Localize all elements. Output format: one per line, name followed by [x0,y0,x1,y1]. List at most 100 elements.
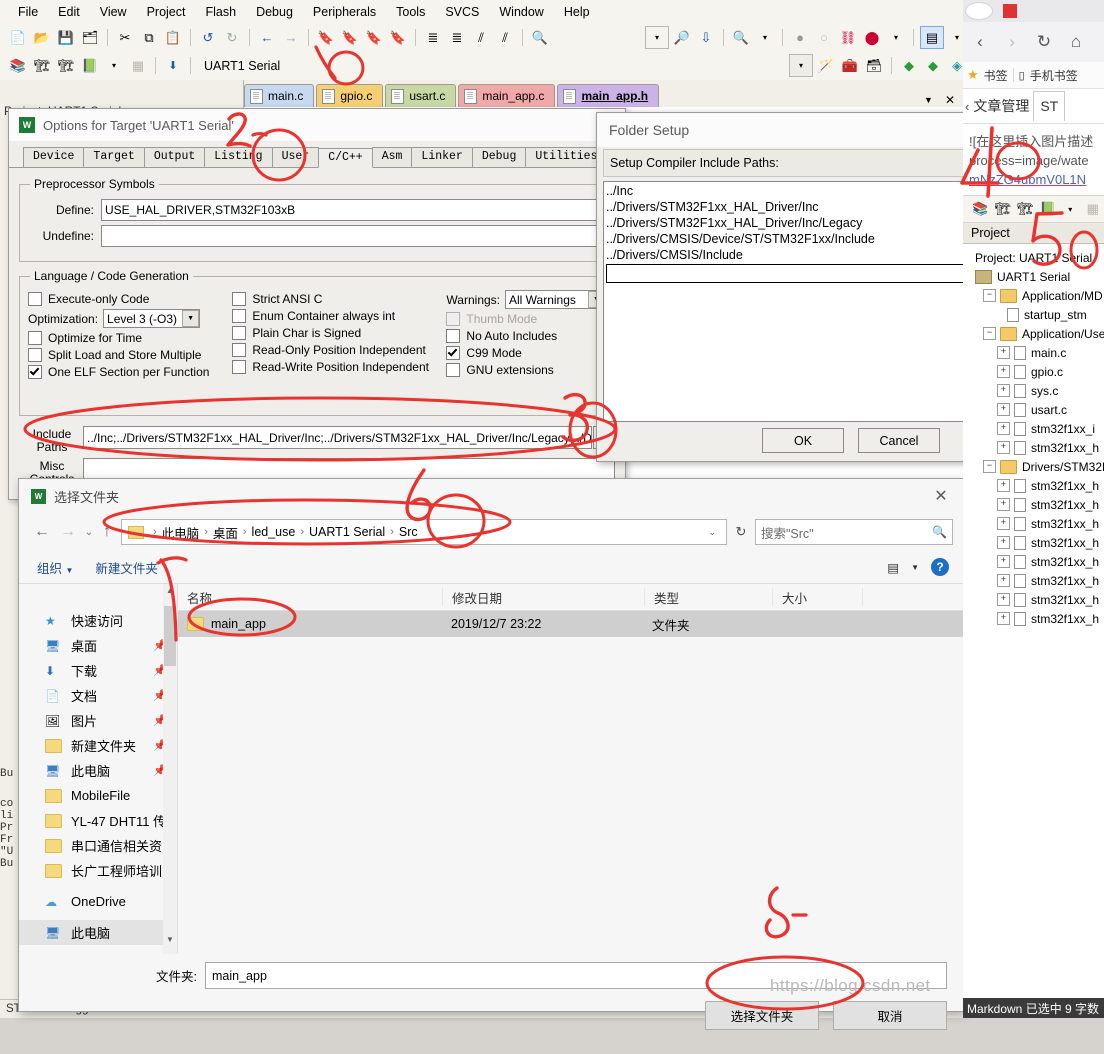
stop-build-icon[interactable]: ▦ [1083,199,1104,220]
tree-group-application-mdk[interactable]: −Application/MD [969,286,1104,305]
help-icon[interactable]: ? [931,558,949,576]
target-dropdown-icon[interactable]: ▾ [789,54,813,77]
editor-tab-main-app-h[interactable]: main_app.h [557,84,659,107]
column-header-type[interactable]: 类型 [645,588,773,606]
recent-locations-icon[interactable]: ⌄ [81,527,97,538]
tree-file[interactable]: +stm32f1xx_h [969,533,1104,552]
table-row[interactable]: main_app 2019/12/7 23:22 文件夹 [178,611,963,637]
page-back-label[interactable]: 文章管理 [973,96,1029,116]
nav-item-quick-access[interactable]: ★快速访问 [19,608,177,633]
cancel-button[interactable]: Cancel [858,428,940,453]
tree-group-drivers[interactable]: −Drivers/STM32F [969,457,1104,476]
translate-icon[interactable]: 📚 [7,55,29,76]
nav-item-engineer-training[interactable]: 长广工程师培训 [19,858,177,883]
nav-item-onedrive[interactable]: ☁OneDrive [19,889,177,914]
checkbox-plain-char-signed[interactable]: Plain Char is Signed [232,326,446,340]
tab-target[interactable]: Target [83,147,144,167]
expand-icon[interactable]: + [997,574,1010,587]
tree-file[interactable]: +sys.c [969,381,1104,400]
checkbox-one-elf-section[interactable]: One ELF Section per Function [28,365,232,379]
tab-list-dropdown-icon[interactable]: ▼ [924,95,933,105]
kill-breakpoints-icon[interactable]: ⬤ [861,27,883,48]
batch-build-icon[interactable]: 📗 [1038,199,1059,220]
bookmark-next-icon[interactable]: 🔖 [363,27,385,48]
breadcrumb[interactable]: › 此电脑 › 桌面 › led_use › UART1 Serial › Sr… [121,519,727,545]
magnify-dropdown-icon[interactable]: ▾ [754,27,776,48]
menu-item-view[interactable]: View [90,2,137,22]
expand-icon[interactable]: + [997,517,1010,530]
forward-icon[interactable]: → [55,523,81,541]
tab-debug[interactable]: Debug [472,147,527,167]
forward-icon[interactable]: › [997,32,1027,52]
breadcrumb-item-0[interactable]: 此电脑 [162,523,200,542]
checkbox-strict-ansi-c[interactable]: Strict ANSI C [232,292,446,306]
breakpoint-disabled-icon[interactable]: ○ [813,27,835,48]
editor-tab-main-app-c[interactable]: main_app.c [458,84,555,107]
scroll-up-icon[interactable]: ▲ [163,586,177,603]
checkbox-enum-container-int[interactable]: Enum Container always int [232,309,446,323]
browser-tab-blank[interactable] [965,2,993,20]
menu-item-window[interactable]: Window [489,2,553,22]
collapse-icon[interactable]: − [983,460,996,473]
tree-file[interactable]: +stm32f1xx_i [969,419,1104,438]
cancel-button[interactable]: 取消 [833,1001,947,1030]
organize-button[interactable]: 组织 ▼ [37,558,73,577]
scrollbar-thumb[interactable] [164,606,176,666]
home-icon[interactable]: ⌂ [1061,32,1091,52]
outdent-icon[interactable]: ≣ [446,27,468,48]
mobile-bookmarks-label[interactable]: 手机书签 [1030,67,1078,84]
menu-item-edit[interactable]: Edit [48,2,90,22]
column-header-size[interactable]: 大小 [773,588,863,606]
open-file-icon[interactable]: 📂 [31,27,53,48]
column-header-date[interactable]: 修改日期 [443,588,645,606]
editor-tab-gpio-c[interactable]: gpio.c [316,84,383,107]
expand-icon[interactable]: + [997,441,1010,454]
checkbox-read-write-position-independent[interactable]: Read-Write Position Independent [232,360,446,374]
reload-icon[interactable]: ↻ [1029,32,1059,52]
view-mode-icon[interactable]: ▤ [887,560,899,575]
nav-item-documents[interactable]: 📄文档📌 [19,683,177,708]
tab-user[interactable]: User [272,147,320,167]
nav-item-new-folder[interactable]: 新建文件夹📌 [19,733,177,758]
expand-icon[interactable]: + [997,365,1010,378]
menu-item-debug[interactable]: Debug [246,2,303,22]
tree-file[interactable]: +gpio.c [969,362,1104,381]
view-mode-dropdown-icon[interactable]: ▼ [911,563,919,572]
tab-asm[interactable]: Asm [372,147,413,167]
rebuild-icon[interactable]: 🏗 [1015,199,1036,220]
bookmark-toggle-icon[interactable]: 🔖 [315,27,337,48]
breadcrumb-item-2[interactable]: led_use [252,525,296,539]
navigate-back-icon[interactable]: ← [256,27,278,48]
nav-pane-scrollbar[interactable]: ▲ ▼ [163,584,177,954]
batch-build-dropdown-icon[interactable]: ▾ [1060,199,1081,220]
back-icon[interactable]: ‹ [965,32,995,52]
markdown-editor-text[interactable]: ![在这里插入图片描述 process=image/wate mNzZG4ubm… [963,124,1104,189]
bookmark-prev-icon[interactable]: 🔖 [339,27,361,48]
menu-item-peripherals[interactable]: Peripherals [303,2,386,22]
expand-icon[interactable]: + [997,479,1010,492]
menu-item-help[interactable]: Help [554,2,600,22]
tree-file[interactable]: +usart.c [969,400,1104,419]
browse-symbol-icon[interactable]: ⇩ [695,27,717,48]
build-icon[interactable]: 🏗 [31,55,53,76]
tree-file[interactable]: +stm32f1xx_h [969,495,1104,514]
close-icon[interactable]: ✕ [919,486,963,506]
tree-file[interactable]: +stm32f1xx_h [969,590,1104,609]
expand-icon[interactable]: + [997,612,1010,625]
menu-item-svcs[interactable]: SVCS [435,2,489,22]
checkbox-gnu-extensions[interactable]: GNU extensions [446,363,606,377]
menu-item-project[interactable]: Project [137,2,196,22]
find-next-icon[interactable]: 🔎 [671,27,693,48]
tree-file[interactable]: +stm32f1xx_h [969,438,1104,457]
include-paths-input[interactable]: ../Inc;../Drivers/STM32F1xx_HAL_Driver/I… [83,426,592,449]
batch-build-dropdown-icon[interactable]: ▾ [103,55,125,76]
nav-item-desktop[interactable]: 🖥桌面📌 [19,633,177,658]
uncomment-icon[interactable]: ⫽ [494,27,516,48]
tree-group-application-user[interactable]: −Application/Use [969,324,1104,343]
breadcrumb-dropdown-icon[interactable]: ⌄ [702,527,722,538]
checkbox-optimize-for-time[interactable]: Optimize for Time [28,331,232,345]
save-all-icon[interactable]: 🗂 [79,27,101,48]
cut-icon[interactable]: ✂ [114,27,136,48]
up-icon[interactable]: ↑ [97,523,117,541]
expand-icon[interactable]: + [997,498,1010,511]
